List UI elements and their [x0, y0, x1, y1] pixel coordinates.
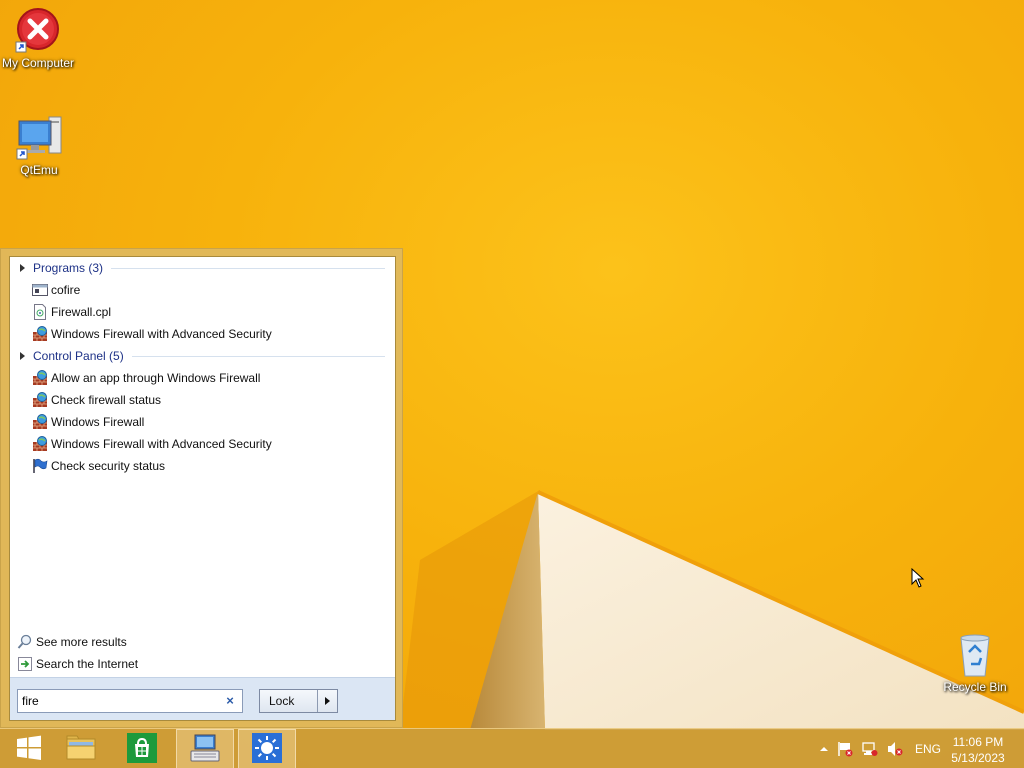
sun-icon [252, 732, 282, 766]
keyboard-icon [189, 733, 221, 766]
language-indicator[interactable]: ENG [915, 742, 941, 756]
divider [111, 267, 385, 269]
result-item-wf-advanced[interactable]: Windows Firewall with Advanced Security [10, 323, 395, 345]
show-hidden-icons-chevron-up-icon[interactable] [816, 741, 832, 757]
expand-arrow-icon [20, 264, 25, 272]
firewall-icon [32, 436, 48, 452]
search-box: × [17, 689, 243, 713]
result-item-cofire[interactable]: cofire [10, 279, 395, 301]
desktop-icon-my-computer[interactable]: My Computer [0, 6, 78, 70]
recycle-bin-icon [951, 630, 999, 678]
firewall-icon [32, 370, 48, 386]
mouse-cursor-icon [911, 567, 925, 591]
firewall-icon [32, 392, 48, 408]
search-internet-link[interactable]: Search the Internet [10, 653, 395, 675]
result-label: Windows Firewall with Advanced Security [51, 327, 272, 341]
desktop-icon-label: QtEmu [20, 163, 58, 177]
taskbar: ENG 11:06 PM 5/13/2023 [0, 728, 1024, 768]
clock[interactable]: 11:06 PM 5/13/2023 [948, 734, 1008, 766]
taskbar-file-explorer[interactable] [52, 729, 110, 768]
desktop-icon-recycle-bin[interactable]: Recycle Bin [935, 630, 1015, 694]
error-x-icon [14, 6, 62, 54]
lock-button[interactable]: Lock [260, 690, 317, 712]
group-title: Control Panel (5) [33, 349, 124, 363]
start-button[interactable] [0, 729, 58, 768]
firewall-icon [32, 414, 48, 430]
search-input[interactable] [18, 691, 218, 711]
firewall-icon [32, 326, 48, 342]
chevron-right-icon [325, 697, 330, 705]
windows-logo-icon [15, 734, 43, 765]
link-label: Search the Internet [36, 657, 139, 671]
cpl-file-icon [32, 304, 48, 320]
result-label: Allow an app through Windows Firewall [51, 371, 261, 385]
result-label: Windows Firewall [51, 415, 145, 429]
taskbar-store[interactable] [113, 729, 171, 768]
result-item-check-security-status[interactable]: Check security status [10, 455, 395, 477]
internet-arrow-icon [17, 656, 33, 672]
desktop-icon-label: Recycle Bin [943, 680, 1007, 694]
result-item-check-firewall-status[interactable]: Check firewall status [10, 389, 395, 411]
magnifier-icon [17, 634, 33, 650]
clock-date: 5/13/2023 [951, 751, 1005, 765]
result-item-firewall-cpl[interactable]: Firewall.cpl [10, 301, 395, 323]
folder-icon [65, 733, 97, 766]
result-label: cofire [51, 283, 81, 297]
result-label: Firewall.cpl [51, 305, 112, 319]
result-label: Check security status [51, 459, 166, 473]
group-header-programs[interactable]: Programs (3) [10, 257, 395, 279]
result-label: Windows Firewall with Advanced Security [51, 437, 272, 451]
computer-monitor-icon [15, 113, 63, 161]
group-title: Programs (3) [33, 261, 104, 275]
action-center-flag-icon[interactable] [837, 741, 853, 757]
search-area: × Lock [10, 677, 395, 720]
search-links: See more results Search the Internet [10, 631, 395, 675]
start-menu-panel: Programs (3) cofire Firewall.cpl Windows… [9, 256, 396, 721]
app-window-icon [32, 282, 48, 298]
power-options-arrow[interactable] [317, 690, 337, 712]
store-bag-icon [127, 732, 157, 766]
search-results: Programs (3) cofire Firewall.cpl Windows… [10, 257, 395, 477]
link-label: See more results [36, 635, 127, 649]
divider [131, 355, 385, 357]
power-button[interactable]: Lock [259, 689, 338, 713]
clock-time: 11:06 PM [952, 735, 1004, 749]
clear-search-icon[interactable]: × [222, 693, 238, 709]
result-label: Check firewall status [51, 393, 162, 407]
desktop-icon-label: My Computer [1, 56, 75, 70]
taskbar-app-sun[interactable] [238, 729, 296, 768]
result-item-windows-firewall[interactable]: Windows Firewall [10, 411, 395, 433]
volume-muted-icon[interactable] [887, 741, 903, 757]
result-item-allow-app[interactable]: Allow an app through Windows Firewall [10, 367, 395, 389]
start-menu: Programs (3) cofire Firewall.cpl Windows… [0, 248, 403, 728]
see-more-results-link[interactable]: See more results [10, 631, 395, 653]
result-item-wf-advanced-cp[interactable]: Windows Firewall with Advanced Security [10, 433, 395, 455]
expand-arrow-icon [20, 352, 25, 360]
group-header-control-panel[interactable]: Control Panel (5) [10, 345, 395, 367]
network-icon[interactable] [862, 741, 878, 757]
desktop-icon-qtemu[interactable]: QtEmu [0, 113, 79, 177]
taskbar-onscreen-keyboard[interactable] [176, 729, 234, 768]
action-center-flag-icon [32, 458, 48, 474]
